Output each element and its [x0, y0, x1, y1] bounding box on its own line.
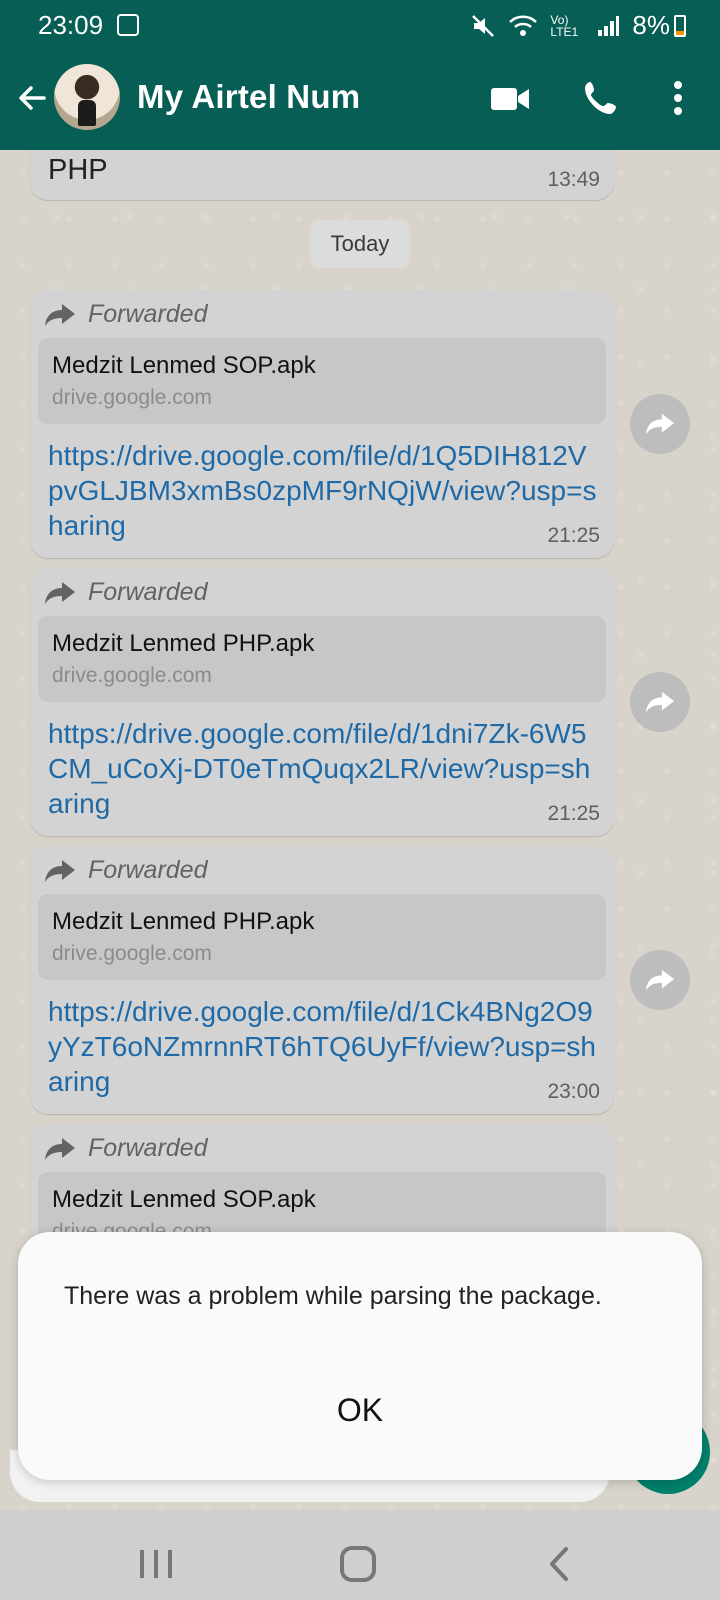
forwarded-row: Forwarded: [44, 578, 208, 607]
forward-arrow-icon: [45, 859, 75, 882]
preview-title: Medzit Lenmed PHP.apk: [52, 908, 315, 935]
voice-call-icon[interactable]: [582, 79, 620, 117]
status-icons: Vo) LTE1 8%: [470, 10, 670, 41]
message-link[interactable]: https://drive.google.com/file/d/1dni7Zk-…: [48, 716, 598, 821]
recent-apps-icon[interactable]: [138, 1548, 174, 1580]
error-dialog: There was a problem while parsing the pa…: [18, 1232, 702, 1480]
signal-icon: [598, 15, 620, 36]
contact-name[interactable]: My Airtel Num: [137, 78, 360, 116]
battery-icon: [674, 15, 686, 37]
link-preview[interactable]: Medzit Lenmed PHP.apk drive.google.com: [38, 894, 606, 980]
forward-arrow-icon: [45, 303, 75, 326]
preview-domain: drive.google.com: [52, 942, 212, 965]
share-arrow-icon: [645, 691, 675, 713]
signal-text: Vo) LTE1: [550, 12, 579, 39]
back-arrow-icon[interactable]: [14, 80, 50, 116]
preview-domain: drive.google.com: [52, 664, 212, 687]
ok-button[interactable]: OK: [298, 1380, 422, 1440]
message-time: 13:49: [547, 168, 600, 191]
message-bubble[interactable]: Forwarded Medzit Lenmed PHP.apk drive.go…: [30, 568, 614, 836]
mute-icon: [472, 14, 495, 37]
message-link[interactable]: https://drive.google.com/file/d/1Ck4BNg2…: [48, 994, 598, 1099]
forward-share-button[interactable]: [630, 950, 690, 1010]
forward-arrow-icon: [45, 1137, 75, 1160]
message-time: 21:25: [547, 524, 600, 547]
forward-arrow-icon: [45, 581, 75, 604]
share-arrow-icon: [645, 413, 675, 435]
message-bubble[interactable]: Forwarded Medzit Lenmed PHP.apk drive.go…: [30, 846, 614, 1114]
message-text: PHP: [48, 154, 108, 186]
forwarded-row: Forwarded: [44, 1134, 208, 1163]
status-time: 23:09: [38, 10, 104, 40]
forwarded-label: Forwarded: [88, 856, 208, 884]
forwarded-label: Forwarded: [88, 1134, 208, 1162]
forwarded-label: Forwarded: [88, 300, 208, 328]
home-icon[interactable]: [340, 1546, 376, 1582]
wifi-icon: [509, 15, 538, 36]
share-arrow-icon: [645, 969, 675, 991]
forwarded-label: Forwarded: [88, 578, 208, 606]
forward-share-button[interactable]: [630, 672, 690, 732]
nav-back-icon[interactable]: [544, 1546, 574, 1582]
message-link[interactable]: https://drive.google.com/file/d/1Q5DIH81…: [48, 438, 598, 543]
message-bubble-previous[interactable]: PHP 13:49: [30, 150, 614, 200]
preview-title: Medzit Lenmed SOP.apk: [52, 352, 316, 379]
preview-title: Medzit Lenmed SOP.apk: [52, 1186, 316, 1213]
link-preview[interactable]: Medzit Lenmed PHP.apk drive.google.com: [38, 616, 606, 702]
forward-share-button[interactable]: [630, 394, 690, 454]
navigation-bar: [0, 1510, 720, 1600]
forwarded-row: Forwarded: [44, 856, 208, 885]
preview-domain: drive.google.com: [52, 386, 212, 409]
more-options-icon[interactable]: [664, 79, 692, 117]
message-time: 23:00: [547, 1080, 600, 1103]
notification-icon: [117, 14, 139, 36]
message-time: 21:25: [547, 802, 600, 825]
date-chip: Today: [310, 220, 410, 268]
forwarded-row: Forwarded: [44, 300, 208, 329]
dialog-message: There was a problem while parsing the pa…: [64, 1282, 602, 1310]
battery-percent: 8%: [632, 10, 670, 40]
link-preview[interactable]: Medzit Lenmed SOP.apk drive.google.com: [38, 338, 606, 424]
message-bubble[interactable]: Forwarded Medzit Lenmed SOP.apk drive.go…: [30, 290, 614, 558]
chat-header: My Airtel Num: [0, 52, 720, 150]
avatar-figure: [78, 100, 96, 126]
preview-title: Medzit Lenmed PHP.apk: [52, 630, 315, 657]
status-bar: 23:09 Vo) LTE1 8%: [0, 0, 720, 52]
video-call-icon[interactable]: [490, 81, 530, 117]
